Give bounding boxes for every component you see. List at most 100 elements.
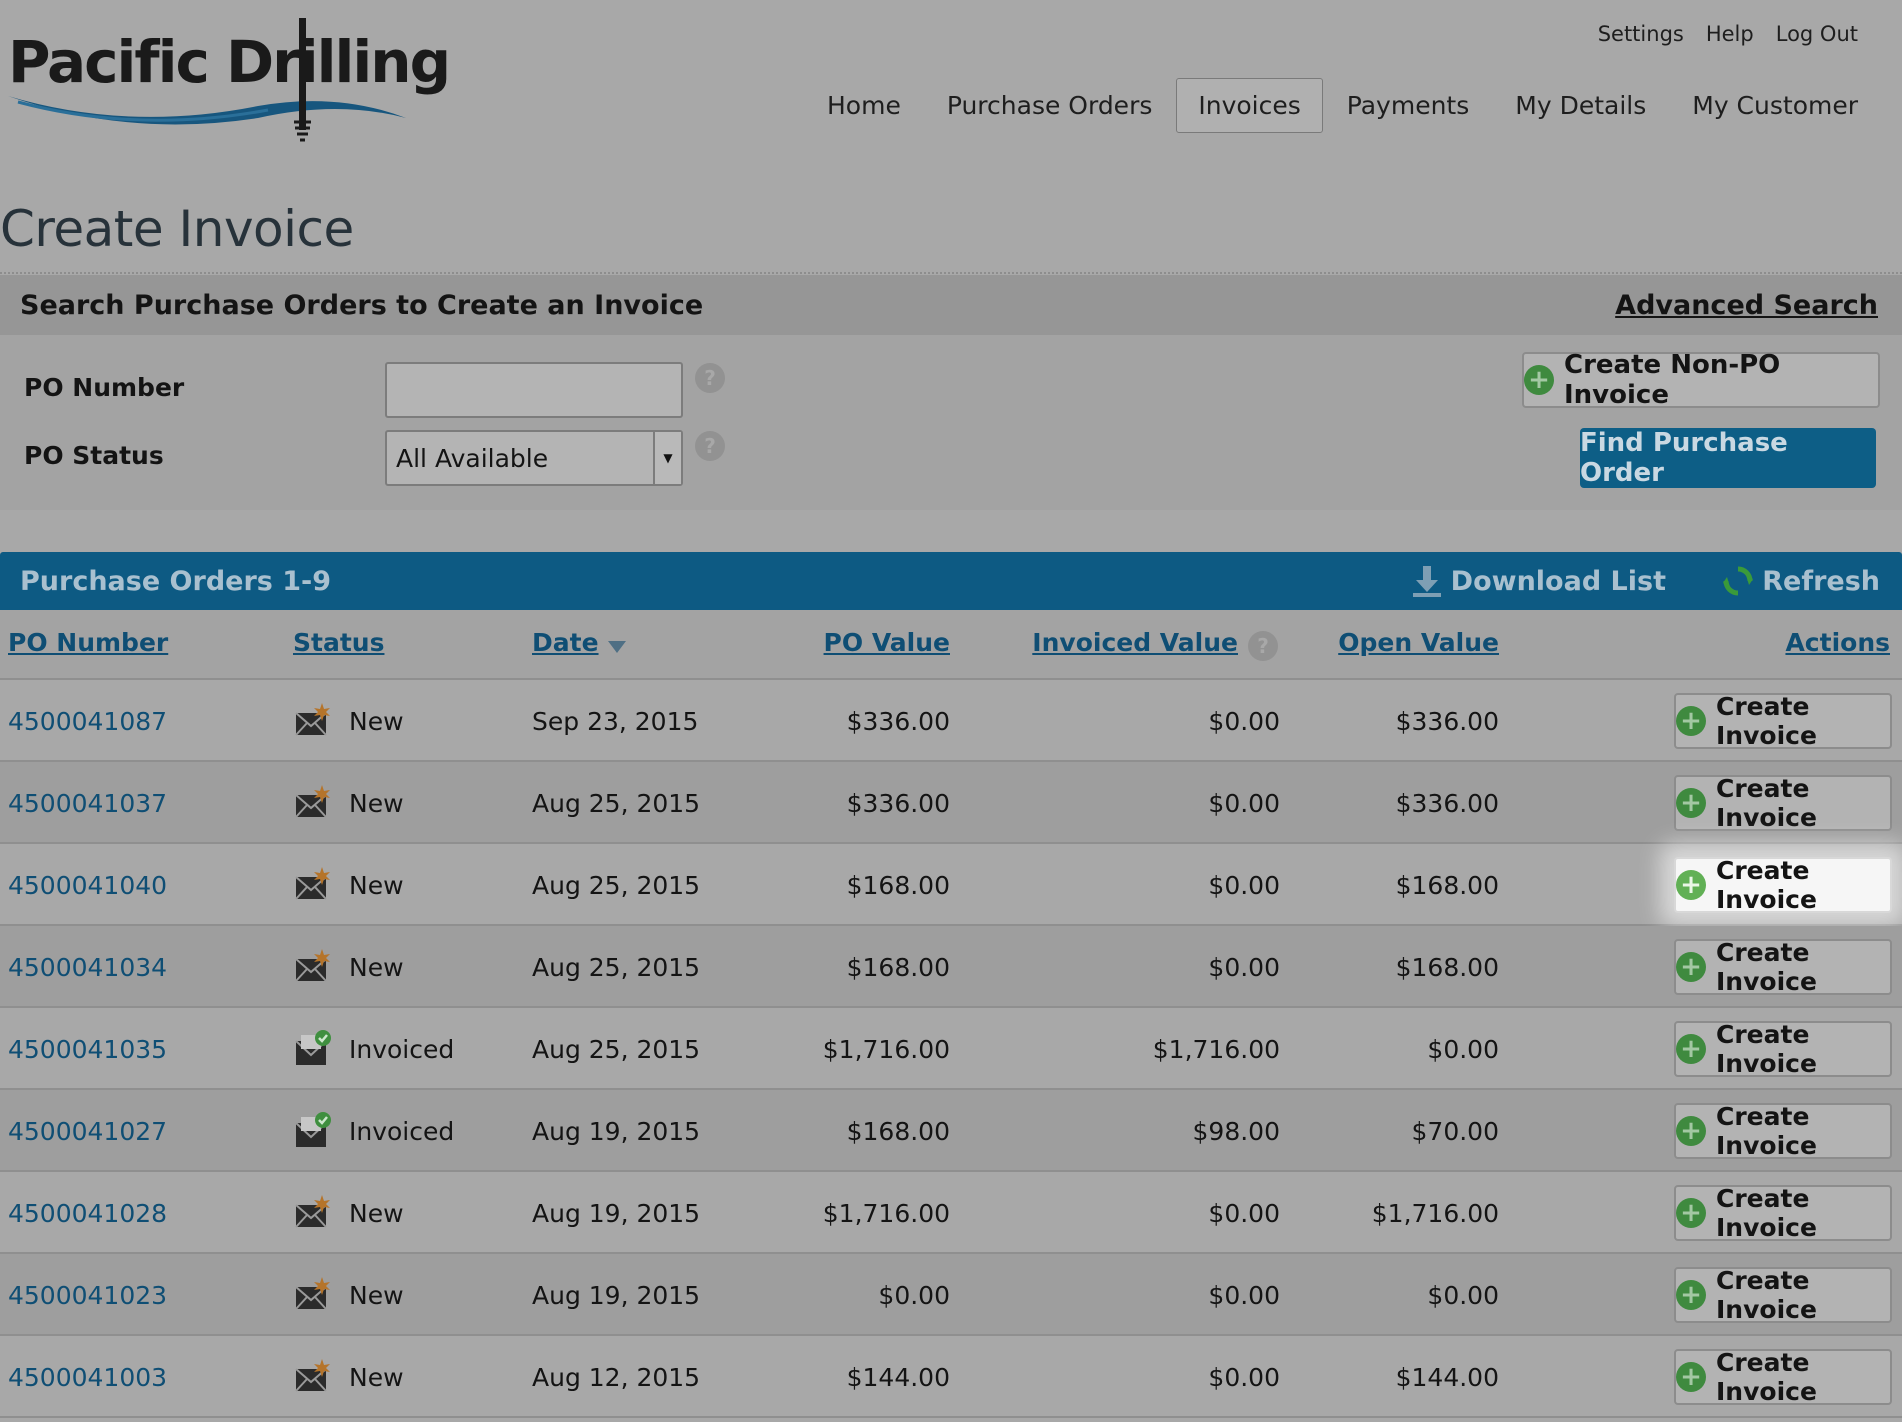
status-cell: New [293,1254,404,1336]
refresh-label: Refresh [1762,565,1880,597]
create-invoice-button[interactable]: + Create Invoice [1674,938,1892,996]
create-invoice-label: Create Invoice [1716,774,1817,832]
download-list-label: Download List [1450,565,1666,597]
advanced-search-link[interactable]: Advanced Search [1615,290,1878,321]
create-invoice-button[interactable]: + Create Invoice [1674,692,1892,750]
plus-circle-icon: + [1676,1280,1706,1310]
table-row: 4500041035 Invoiced Aug 25, 2015 $1,716.00 $… [0,1008,1902,1090]
refresh-button[interactable]: Refresh [1722,552,1880,610]
create-invoice-label: Create Invoice [1716,1102,1817,1160]
logout-link[interactable]: Log Out [1776,22,1858,46]
create-invoice-label: Create Invoice [1716,856,1817,914]
invoiced-value-cell: $0.00 [1208,788,1280,818]
find-purchase-order-button[interactable]: Find Purchase Order [1580,428,1876,488]
title-divider [0,272,1902,274]
status-cell: New [293,680,404,762]
invoiced-value-cell: $0.00 [1208,1362,1280,1392]
search-header: Search Purchase Orders to Create an Invo… [0,275,1902,335]
column-header-open-value[interactable]: Open Value [1338,628,1499,657]
create-invoice-label: Create Invoice [1716,692,1817,750]
table-header-row: PO Number Status Date PO Value Invoiced … [0,610,1902,680]
open-value-cell: $70.00 [1411,1116,1499,1146]
po-number-link[interactable]: 4500041027 [8,1117,167,1146]
envelope-new-icon [295,867,330,900]
create-invoice-button[interactable]: + Create Invoice [1674,1266,1892,1324]
search-heading: Search Purchase Orders to Create an Invo… [20,289,704,321]
nav-purchase-orders[interactable]: Purchase Orders [925,78,1175,133]
table-row: 4500041023 New Aug 19, 2015 $0.00 $0.00 $0.00… [0,1254,1902,1336]
page-title: Create Invoice [0,200,354,258]
date-cell: Aug 25, 2015 [532,870,701,900]
invoiced-value-help-icon[interactable]: ? [1248,631,1278,661]
plus-circle-icon: + [1676,1362,1706,1392]
table-row: 4500041037 New Aug 25, 2015 $336.00 $0.00 $33… [0,762,1902,844]
column-header-invoiced-value[interactable]: Invoiced Value [1032,628,1238,657]
download-list-button[interactable]: Download List [1411,552,1666,610]
nav-payments[interactable]: Payments [1325,78,1491,133]
column-header-status[interactable]: Status [293,628,384,657]
invoiced-value-cell: $0.00 [1208,1280,1280,1310]
po-status-select[interactable]: All Available ▼ [385,430,683,486]
po-number-input[interactable] [385,362,683,418]
create-invoice-button[interactable]: + Create Invoice [1674,1020,1892,1078]
create-invoice-button[interactable]: + Create Invoice [1674,774,1892,832]
table-row: 4500041027 Invoiced Aug 19, 2015 $168.00 $98… [0,1090,1902,1172]
create-invoice-button[interactable]: + Create Invoice [1674,856,1892,914]
plus-circle-icon: + [1676,952,1706,982]
column-header-date[interactable]: Date [532,628,599,657]
main-nav: Home Purchase Orders Invoices Payments M… [803,78,1880,133]
create-invoice-button[interactable]: + Create Invoice [1674,1184,1892,1242]
results-header-bar: Purchase Orders 1-9 Download List Refres… [0,552,1902,610]
status-text: New [349,952,404,982]
create-invoice-button[interactable]: + Create Invoice [1674,1348,1892,1406]
envelope-invoiced-icon [295,1030,331,1065]
date-cell: Aug 19, 2015 [532,1116,701,1146]
po-number-cell: 4500041034 [8,926,167,1008]
nav-invoices[interactable]: Invoices [1176,78,1323,133]
po-number-link[interactable]: 4500041028 [8,1199,167,1228]
po-value-cell: $144.00 [846,1362,950,1392]
column-header-po-number[interactable]: PO Number [8,628,168,657]
plus-circle-icon: + [1676,870,1706,900]
status-cell: Invoiced [293,1090,454,1172]
settings-link[interactable]: Settings [1598,22,1684,46]
status-text: New [349,1362,404,1392]
po-number-link[interactable]: 4500041037 [8,789,167,818]
create-invoice-label: Create Invoice [1716,1348,1817,1406]
envelope-new-icon [295,1195,330,1228]
po-number-link[interactable]: 4500041003 [8,1363,167,1392]
refresh-icon [1723,566,1754,596]
po-number-cell: 4500041027 [8,1090,167,1172]
po-number-link[interactable]: 4500041087 [8,707,167,736]
plus-circle-icon: + [1524,365,1554,395]
date-cell: Aug 25, 2015 [532,788,701,818]
po-number-link[interactable]: 4500041023 [8,1281,167,1310]
po-value-cell: $336.00 [846,788,950,818]
po-number-link[interactable]: 4500041035 [8,1035,167,1064]
column-header-date-label: Date [532,628,599,657]
status-text: Invoiced [349,1034,455,1064]
create-non-po-invoice-label: Create Non-PO Invoice [1564,350,1781,410]
open-value-cell: $0.00 [1427,1034,1499,1064]
po-value-cell: $168.00 [846,1116,950,1146]
po-status-help-icon[interactable]: ? [695,431,725,461]
po-number-cell: 4500041040 [8,844,167,926]
table-row: 4500041034 New Aug 25, 2015 $168.00 $0.00 $16… [0,926,1902,1008]
invoiced-value-cell: $0.00 [1208,952,1280,982]
po-number-link[interactable]: 4500041034 [8,953,167,982]
utility-nav: Settings Help Log Out [1598,22,1858,46]
create-invoice-button[interactable]: + Create Invoice [1674,1102,1892,1160]
column-header-po-value[interactable]: PO Value [824,628,950,657]
po-number-help-icon[interactable]: ? [695,363,725,393]
help-link[interactable]: Help [1706,22,1754,46]
create-non-po-invoice-button[interactable]: + Create Non-PO Invoice [1522,350,1880,410]
po-number-link[interactable]: 4500041040 [8,871,167,900]
po-value-cell: $168.00 [846,870,950,900]
nav-home[interactable]: Home [805,78,923,133]
brand-logo[interactable]: Pacific Drilling [8,14,451,144]
sort-desc-icon[interactable] [607,640,627,654]
create-invoice-label: Create Invoice [1716,1020,1817,1078]
open-value-cell: $0.00 [1427,1280,1499,1310]
nav-my-details[interactable]: My Details [1493,78,1668,133]
nav-my-customer[interactable]: My Customer [1670,78,1880,133]
